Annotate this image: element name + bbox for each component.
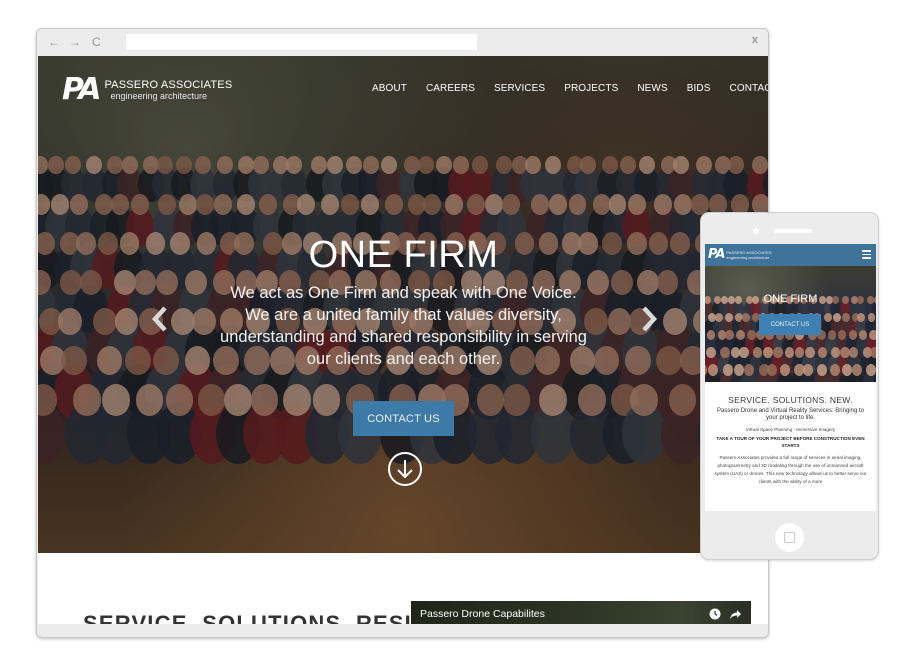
back-arrow-icon[interactable]: ← [48, 34, 60, 50]
desktop-viewport: PA PASSERO ASSOCIATES engineering archit… [38, 56, 769, 627]
photo-texture [743, 364, 755, 376]
main-nav: ABOUT CAREERS SERVICES PROJECTS NEWS BID… [372, 82, 769, 94]
photo-texture [773, 347, 783, 358]
photo-texture [725, 313, 734, 323]
mobile-subtitle: Passero Drone and Virtual Reality Servic… [717, 408, 864, 421]
carousel-next-chevron-right-icon[interactable] [638, 302, 660, 336]
photo-texture [833, 313, 841, 323]
photo-texture [736, 330, 745, 340]
hero-body: We act as One Firm and speak with One Vo… [220, 284, 587, 368]
nav-services[interactable]: SERVICES [494, 83, 545, 94]
mobile-logo[interactable]: PA PASSERO ASSOCIATES engineering archit… [708, 247, 772, 262]
photo-texture [707, 364, 718, 376]
photo-texture [722, 364, 733, 376]
mobile-logo-wordmark: PASSERO ASSOCIATES engineering architect… [726, 250, 771, 260]
photo-texture [870, 347, 876, 358]
photo-texture [841, 313, 850, 323]
photo-texture [868, 330, 876, 340]
home-button-icon[interactable] [775, 523, 804, 552]
mobile-hero-title: ONE FIRM [763, 293, 818, 305]
video-controls [709, 608, 741, 620]
site-logo[interactable]: PA PASSERO ASSOCIATES engineering archit… [62, 72, 232, 107]
desktop-browser-frame: ← → C x PA PASSERO ASSOCIATES engineerin… [36, 28, 769, 638]
mobile-hero: ONE FIRM CONTACT US [705, 266, 876, 382]
address-bar[interactable] [126, 34, 477, 50]
phone-speaker [774, 229, 812, 233]
photo-texture [794, 347, 805, 358]
video-title: Passero Drone Capabilites [420, 608, 545, 620]
close-icon[interactable]: x [752, 34, 758, 46]
mobile-screen-edge [705, 511, 876, 517]
photo-texture [779, 364, 791, 376]
scroll-down-arrow-icon[interactable] [387, 451, 423, 487]
mobile-small-line: Virtual Space Planning - Immersive Image… [745, 427, 836, 432]
mobile-bold-line: TAKE A TOUR OF YOUR PROJECT BEFORE CONST… [716, 436, 865, 448]
mobile-paragraph: Passero Associates provides a full range… [714, 455, 867, 484]
nav-careers[interactable]: CAREERS [426, 83, 475, 94]
clock-icon[interactable] [709, 608, 721, 620]
photo-texture [725, 330, 735, 340]
browser-toolbar: ← → C x [37, 29, 768, 56]
phone-camera [753, 228, 759, 234]
photo-texture [706, 347, 716, 358]
photo-texture [739, 347, 749, 358]
mobile-logo-tagline: engineering architecture [726, 254, 770, 260]
forward-arrow-icon[interactable]: → [69, 34, 81, 50]
hamburger-menu-icon[interactable] [862, 250, 871, 259]
photo-texture [851, 364, 863, 376]
carousel-prev-chevron-left-icon[interactable] [149, 302, 171, 336]
photo-texture [829, 364, 840, 376]
browser-bottom-bar [37, 624, 768, 637]
hero-title: ONE FIRM [308, 234, 499, 276]
mobile-screen: PA PASSERO ASSOCIATES engineering archit… [705, 244, 876, 517]
photo-texture [741, 313, 750, 323]
mobile-contact-us-button[interactable]: CONTACT US [759, 314, 821, 335]
photo-texture [720, 347, 730, 358]
nav-projects[interactable]: PROJECTS [564, 83, 618, 94]
logo-name: PASSERO ASSOCIATES [104, 79, 233, 91]
nav-news[interactable]: NEWS [637, 83, 667, 94]
logo-tagline: engineering architecture [110, 91, 208, 101]
hero-banner: PA PASSERO ASSOCIATES engineering archit… [38, 56, 769, 553]
photo-texture [848, 347, 859, 358]
mobile-section-title: SERVICE. SOLUTIONS. NEW. [728, 395, 853, 405]
photo-texture [827, 330, 837, 340]
photo-texture [824, 313, 832, 323]
photo-texture [837, 330, 847, 340]
mobile-content: SERVICE. SOLUTIONS. NEW. Passero Drone a… [705, 390, 876, 486]
photo-texture [805, 347, 815, 358]
mobile-logo-mark: PA [708, 247, 725, 262]
nav-bids[interactable]: BIDS [687, 83, 711, 94]
share-icon[interactable] [729, 608, 741, 620]
photo-texture [763, 347, 773, 358]
contact-us-button[interactable]: CONTACT US [353, 401, 454, 436]
photo-texture [767, 156, 768, 175]
mobile-phone-frame: PA PASSERO ASSOCIATES engineering archit… [700, 212, 879, 560]
mobile-logo-name: PASSERO ASSOCIATES [726, 249, 772, 255]
photo-texture [802, 364, 814, 376]
nav-about[interactable]: ABOUT [372, 83, 407, 94]
photo-texture [784, 347, 795, 358]
logo-mark: PA [62, 72, 101, 107]
photo-texture [752, 347, 763, 358]
nav-contact[interactable]: CONTACT [730, 83, 769, 94]
reload-icon[interactable]: C [92, 34, 101, 50]
logo-wordmark: PASSERO ASSOCIATES engineering architect… [104, 79, 232, 101]
mobile-header: PA PASSERO ASSOCIATES engineering archit… [705, 244, 876, 266]
